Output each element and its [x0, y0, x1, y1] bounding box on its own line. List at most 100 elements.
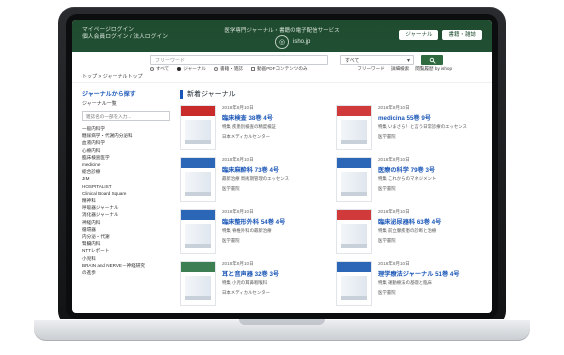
- journal-title[interactable]: 理学療法ジャーナル 51巻 4号: [378, 269, 482, 278]
- header-buttons: ジャーナル 書籍・雑誌: [399, 30, 482, 40]
- journal-description: 特集 運動療法の基礎と臨床: [378, 280, 432, 285]
- journal-title[interactable]: 医療の科学 79巻 3号: [378, 165, 482, 174]
- journal-card[interactable]: 2018年8月10日 臨床麻酔科 73巻 4号 最新治療 周術期管理のエッセンス…: [180, 157, 326, 202]
- sidebar-item[interactable]: 臨床検査医学: [82, 154, 170, 161]
- sidebar-item[interactable]: 内分泌・代謝: [82, 233, 170, 240]
- section-accent-bar: [180, 89, 183, 99]
- journal-title[interactable]: 臨床麻酔科 73巻 4号: [222, 165, 326, 174]
- sidebar-item[interactable]: BRAIN and NERVE－神経研究: [82, 262, 170, 269]
- sidebar-list: 一般内科学 糖尿病学・代謝内分泌科 血液内科学 心療内科 臨床検査医学 medi…: [82, 125, 170, 276]
- journal-publisher: 医学書院: [378, 186, 396, 191]
- journal-cover-thumbnail[interactable]: [336, 209, 372, 254]
- sidebar-item[interactable]: 血液内科学: [82, 139, 170, 146]
- journal-card[interactable]: 2018年8月10日 臨床泌尿器科 63巻 4号 特集 前立腺疾患の診断と治療 …: [336, 209, 482, 254]
- search-type-value: すべて: [345, 58, 360, 64]
- cover-title-bar: [341, 244, 367, 248]
- journal-title[interactable]: medicina 55巻 9号: [378, 113, 482, 122]
- sidebar-item[interactable]: 呼吸器ジャーナル: [82, 204, 170, 211]
- sidebar-item[interactable]: 消化器ジャーナル: [82, 211, 170, 218]
- journal-title[interactable]: 臨床泌尿器科 63巻 4号: [378, 217, 482, 226]
- journal-cover-thumbnail[interactable]: [180, 209, 216, 254]
- journal-publisher: 医学書院: [378, 134, 396, 139]
- sidebar-item[interactable]: 小児科: [82, 255, 170, 262]
- journal-date: 2018年8月10日: [222, 261, 254, 266]
- journals-button[interactable]: ジャーナル: [399, 30, 439, 40]
- keyword-input[interactable]: フリーワード: [150, 55, 328, 65]
- sidebar-item[interactable]: 総合診療: [82, 168, 170, 175]
- main-panel: 新着ジャーナル 2018年8月10日 臨床検査 38巻 4号 特集 疾患別検査の…: [180, 89, 482, 313]
- journal-cover-thumbnail[interactable]: [336, 261, 372, 306]
- journal-description: 特集 脊椎外科の最新治療: [222, 228, 272, 233]
- laptop-notch: [239, 319, 325, 325]
- journal-meta: 2018年8月10日 medicina 55巻 9号 特集 いまさら！と言う日常…: [378, 105, 482, 150]
- search-icon: [429, 57, 436, 64]
- sidebar: ジャーナルから探す ジャーナル一覧 雑誌名の一部を入力... 一般内科学 糖尿病…: [82, 89, 170, 313]
- journal-card[interactable]: 2018年8月10日 臨床整形外科 54巻 4号 特集 脊椎外科の最新治療 医学…: [180, 209, 326, 254]
- journal-cover-thumbnail[interactable]: [336, 105, 372, 150]
- journal-meta: 2018年8月10日 臨床麻酔科 73巻 4号 最新治療 周術期管理のエッセンス…: [222, 157, 326, 202]
- journal-description: 特集 いまさら！と言う日常診療のエッセンス: [378, 124, 467, 129]
- journal-date: 2018年8月10日: [378, 157, 410, 162]
- journal-description: 最新治療 周術期管理のエッセンス: [222, 176, 289, 181]
- journal-filter-input[interactable]: 雑誌名の一部を入力...: [82, 111, 170, 121]
- breadcrumb-text[interactable]: トップ > ジャーナルトップ: [82, 73, 142, 80]
- journal-description: 特集 これからのマネジメント: [378, 176, 437, 181]
- header-left-line[interactable]: 個人会員ログイン / 法人ログイン: [82, 34, 168, 41]
- laptop-screen: マイページログイン 個人会員ログイン / 法人ログイン 医学専門ジャーナル・書籍…: [72, 20, 492, 313]
- sidebar-item[interactable]: 神経内科: [82, 219, 170, 226]
- journal-title[interactable]: 臨床検査 38巻 4号: [222, 113, 326, 122]
- journal-cover-thumbnail[interactable]: [336, 157, 372, 202]
- section-title-text: 新着ジャーナル: [187, 91, 236, 98]
- search-button[interactable]: [421, 55, 443, 65]
- journal-description: 特集 前立腺疾患の診断と治療: [378, 228, 437, 233]
- logo-text: isho.jp: [293, 39, 311, 45]
- cover-strip: [337, 262, 371, 272]
- sidebar-item[interactable]: medicine: [82, 161, 170, 168]
- cover-block: [341, 120, 367, 142]
- journal-title[interactable]: 臨床整形外科 54巻 4号: [222, 217, 326, 226]
- sidebar-item[interactable]: 一般内科学: [82, 125, 170, 132]
- journal-card[interactable]: 2018年8月10日 耳と音声器 32巻 3号 特集 小児の耳鼻咽喉科 日本メデ…: [180, 261, 326, 306]
- journal-grid: 2018年8月10日 臨床検査 38巻 4号 特集 疾患別検査の精度検証 日本メ…: [180, 105, 482, 306]
- sidebar-item[interactable]: 心療内科: [82, 147, 170, 154]
- cover-strip: [337, 210, 371, 220]
- logo-mark-icon: ◎: [275, 35, 289, 49]
- sidebar-item[interactable]: 糖尿病学・代謝内分泌科: [82, 132, 170, 139]
- cover-block: [185, 172, 211, 194]
- site-logo[interactable]: ◎ isho.jp: [275, 35, 310, 49]
- sidebar-item[interactable]: NTTレポート: [82, 247, 170, 254]
- cover-block: [341, 172, 367, 194]
- journal-cover-thumbnail[interactable]: [180, 157, 216, 202]
- journal-cover-thumbnail[interactable]: [180, 105, 216, 150]
- journal-meta: 2018年8月10日 理学療法ジャーナル 51巻 4号 特集 運動療法の基礎と臨…: [378, 261, 482, 306]
- journal-cover-thumbnail[interactable]: [180, 261, 216, 306]
- journal-card[interactable]: 2018年8月10日 medicina 55巻 9号 特集 いまさら！と言う日常…: [336, 105, 482, 150]
- journal-title[interactable]: 耳と音声器 32巻 3号: [222, 269, 326, 278]
- cover-block: [341, 276, 367, 298]
- sidebar-item[interactable]: 精神科: [82, 197, 170, 204]
- sidebar-item[interactable]: 循環器: [82, 226, 170, 233]
- cover-strip: [181, 106, 215, 116]
- journal-date: 2018年8月10日: [222, 105, 254, 110]
- sidebar-item[interactable]: Clinical Board Square: [82, 190, 170, 197]
- cover-block: [185, 276, 211, 298]
- journal-card[interactable]: 2018年8月10日 理学療法ジャーナル 51巻 4号 特集 運動療法の基礎と臨…: [336, 261, 482, 306]
- books-magazines-button[interactable]: 書籍・雑誌: [442, 30, 482, 40]
- journal-card[interactable]: 2018年8月10日 医療の科学 79巻 3号 特集 これからのマネジメント 医…: [336, 157, 482, 202]
- sidebar-item[interactable]: 腎臓内科: [82, 240, 170, 247]
- content-area: ジャーナルから探す ジャーナル一覧 雑誌名の一部を入力... 一般内科学 糖尿病…: [72, 83, 492, 313]
- journal-description: 特集 小児の耳鼻咽喉科: [222, 280, 268, 285]
- journal-publisher: 日本メディカルセンター: [222, 290, 270, 295]
- cover-title-bar: [341, 296, 367, 300]
- journal-publisher: 医学書院: [378, 290, 396, 295]
- journal-card[interactable]: 2018年8月10日 臨床検査 38巻 4号 特集 疾患別検査の精度検証 日本メ…: [180, 105, 326, 150]
- cover-strip: [181, 158, 215, 168]
- cover-title-bar: [185, 244, 211, 248]
- search-type-select[interactable]: すべて ▾: [340, 55, 414, 65]
- sidebar-item[interactable]: JIM: [82, 175, 170, 182]
- sidebar-subtitle[interactable]: ジャーナル一覧: [82, 100, 170, 107]
- sidebar-item[interactable]: の進歩: [82, 269, 170, 276]
- search-bar: フリーワード すべて ▾ すべて ジャーナル 書籍・雑誌 動画PDFコンテンツの…: [72, 52, 492, 71]
- journal-publisher: 医学書院: [378, 238, 396, 243]
- sidebar-item[interactable]: HOSPITALIST: [82, 183, 170, 190]
